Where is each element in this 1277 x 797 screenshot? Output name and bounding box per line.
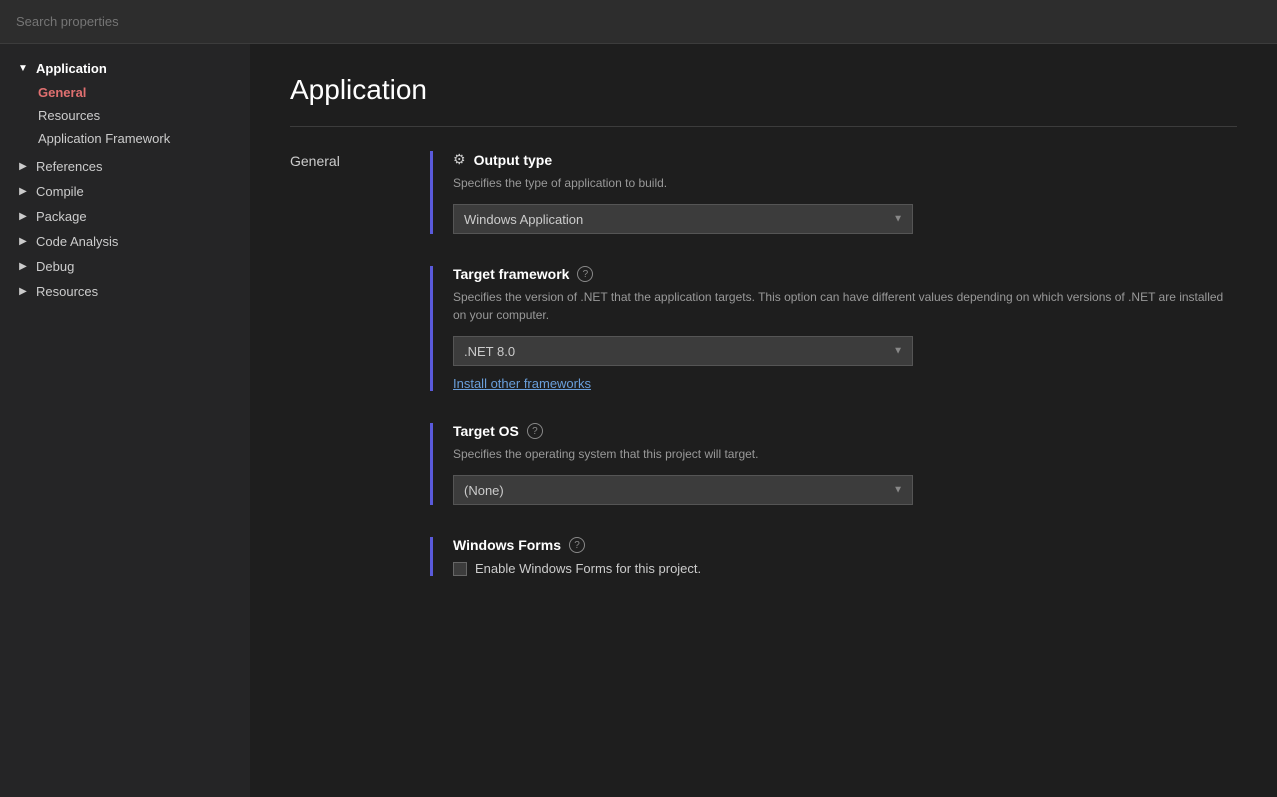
setting-header-output-type: ⚙ Output type [453,151,1237,168]
sidebar-item-code-analysis[interactable]: ▶ Code Analysis [0,229,250,254]
windows-forms-title: Windows Forms [453,537,561,553]
chevron-down-icon: ▼ [16,62,30,76]
sidebar-item-general[interactable]: General [0,81,250,104]
windows-forms-checkbox-label[interactable]: Enable Windows Forms for this project. [475,561,701,576]
target-os-dropdown-wrapper: (None) Windows Linux macOS ▼ [453,475,913,505]
sidebar-section-application: ▼ Application General Resources Applicat… [0,56,250,150]
help-icon-target-framework[interactable]: ? [577,266,593,282]
output-type-dropdown[interactable]: Windows Application Console Application … [453,204,913,234]
sidebar-item-resources[interactable]: Resources [0,104,250,127]
setting-header-windows-forms: Windows Forms ? [453,537,1237,553]
install-frameworks-link[interactable]: Install other frameworks [453,376,591,391]
setting-header-target-os: Target OS ? [453,423,1237,439]
sidebar: ▼ Application General Resources Applicat… [0,44,250,797]
chevron-right-icon: ▶ [16,260,30,274]
help-icon-windows-forms[interactable]: ? [569,537,585,553]
sidebar-item-references[interactable]: ▶ References [0,154,250,179]
output-type-dropdown-wrapper: Windows Application Console Application … [453,204,913,234]
setting-group-target-framework: Target framework ? Specifies the version… [430,266,1237,391]
output-type-title: Output type [474,152,553,168]
setting-group-windows-forms: Windows Forms ? Enable Windows Forms for… [430,537,1237,576]
settings-col: ⚙ Output type Specifies the type of appl… [430,151,1237,608]
section-label-col: General [290,151,430,608]
two-col-layout: General ⚙ Output type Specifies the type… [290,151,1237,608]
windows-forms-checkbox[interactable] [453,562,467,576]
sidebar-item-app-framework[interactable]: Application Framework [0,127,250,150]
search-input[interactable] [16,14,1261,29]
setting-header-target-framework: Target framework ? [453,266,1237,282]
target-os-title: Target OS [453,423,519,439]
content-area: Application General ⚙ Output type Specif… [250,44,1277,797]
target-framework-dropdown[interactable]: .NET 8.0 .NET 7.0 .NET 6.0 [453,336,913,366]
main-layout: ▼ Application General Resources Applicat… [0,44,1277,797]
target-framework-dropdown-wrapper: .NET 8.0 .NET 7.0 .NET 6.0 ▼ [453,336,913,366]
sidebar-item-resources2[interactable]: ▶ Resources [0,279,250,304]
windows-forms-checkbox-row: Enable Windows Forms for this project. [453,561,1237,576]
chevron-right-icon: ▶ [16,235,30,249]
target-framework-desc: Specifies the version of .NET that the a… [453,288,1237,324]
divider [290,126,1237,127]
sidebar-item-debug[interactable]: ▶ Debug [0,254,250,279]
gear-icon: ⚙ [453,151,466,168]
target-framework-title: Target framework [453,266,569,282]
section-label: General [290,153,340,169]
target-os-desc: Specifies the operating system that this… [453,445,1237,463]
setting-group-target-os: Target OS ? Specifies the operating syst… [430,423,1237,505]
sidebar-item-compile[interactable]: ▶ Compile [0,179,250,204]
setting-group-output-type: ⚙ Output type Specifies the type of appl… [430,151,1237,234]
page-title: Application [290,74,1237,106]
sidebar-item-application[interactable]: ▼ Application [0,56,250,81]
search-bar [0,0,1277,44]
output-type-desc: Specifies the type of application to bui… [453,174,1237,192]
target-os-dropdown[interactable]: (None) Windows Linux macOS [453,475,913,505]
chevron-right-icon: ▶ [16,160,30,174]
chevron-right-icon: ▶ [16,285,30,299]
chevron-right-icon: ▶ [16,210,30,224]
help-icon-target-os[interactable]: ? [527,423,543,439]
chevron-right-icon: ▶ [16,185,30,199]
sidebar-item-package[interactable]: ▶ Package [0,204,250,229]
